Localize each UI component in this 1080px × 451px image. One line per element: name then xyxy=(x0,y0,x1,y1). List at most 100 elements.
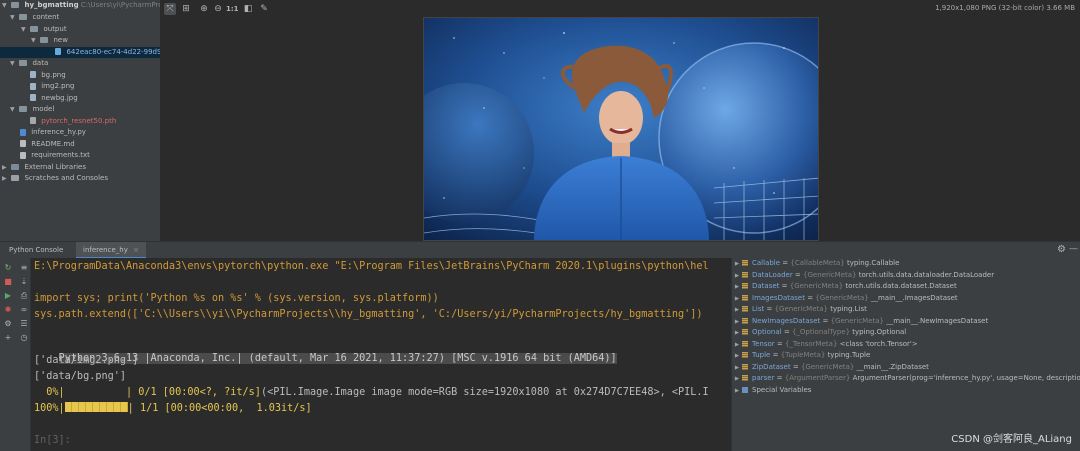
tree-item-label: model xyxy=(32,105,55,113)
tree-item-model[interactable]: ▼ model xyxy=(10,104,54,116)
folder-icon xyxy=(40,37,49,43)
rerun-icon[interactable]: ↻ xyxy=(2,262,14,274)
tree-item-label: External Libraries xyxy=(24,162,86,171)
console-line-progress-end: 100%| | 1/1 [00:00<00:00, 1.03it/s] xyxy=(34,402,312,416)
zoom-out-icon[interactable]: ⊖ xyxy=(212,3,224,15)
variable-row[interactable]: ▶ Dataset = {GenericMeta} torch.utils.dat… xyxy=(732,281,957,293)
console-prompt[interactable]: In[3]: xyxy=(34,434,71,448)
image-file-icon xyxy=(30,82,36,90)
console-line-img2: ['data/img2.png'] xyxy=(34,355,139,366)
variable-row[interactable]: ▶ ImagesDataset = {GenericMeta} __main__.… xyxy=(732,293,958,305)
tab-inference-hy[interactable]: inference_hy × xyxy=(76,242,146,259)
stop-icon[interactable]: ■ xyxy=(2,276,14,288)
composited-image xyxy=(423,17,819,241)
variable-row[interactable]: ▶ parser = {ArgumentParser} ArgumentParse… xyxy=(732,373,1080,385)
variable-icon xyxy=(742,306,748,312)
pil-output-text: (<PIL.Image.Image image mode=RGB size=19… xyxy=(260,387,709,398)
console-line-python-version: Python 3.6.13 |Anaconda, Inc.| (default,… xyxy=(34,338,617,364)
variable-value: <class 'torch.Tensor'> xyxy=(839,339,918,348)
chevron-down-icon[interactable]: ▼ xyxy=(10,12,17,24)
variable-name: Callable xyxy=(752,259,781,267)
variable-row[interactable]: ▶ Tuple = {TupleMeta} typing.Tuple xyxy=(732,350,870,362)
watermark: CSDN @剑客阿良_ALiang xyxy=(951,434,1072,445)
gear-icon[interactable]: ⚙ xyxy=(1057,244,1066,255)
tree-item-label: bg.png xyxy=(41,70,66,79)
tree-item-label: 642eac80-ec74-4d22-99d9-5 xyxy=(66,47,160,56)
add-icon[interactable]: + xyxy=(2,332,14,344)
close-icon[interactable]: × xyxy=(133,246,139,254)
fit-to-window-icon[interactable]: ⤧ xyxy=(164,3,176,15)
tree-item-external-libraries[interactable]: ▶ External Libraries xyxy=(2,162,86,174)
tree-item-data[interactable]: ▼ data xyxy=(10,58,48,70)
tree-item-scratches[interactable]: ▶ Scratches and Consoles xyxy=(2,173,108,185)
scroll-to-end-icon[interactable]: ⇣ xyxy=(18,276,30,288)
clear-icon[interactable]: ☰ xyxy=(18,318,30,330)
tree-item-content[interactable]: ▼ content xyxy=(10,12,59,24)
tree-item-bg[interactable]: bg.png xyxy=(30,70,66,82)
chevron-down-icon[interactable]: ▼ xyxy=(10,104,17,116)
tree-item-label: requirements.txt xyxy=(31,151,90,159)
chevron-right-icon[interactable]: ▶ xyxy=(2,173,9,185)
variable-type: {_OptionalType} xyxy=(791,328,851,336)
image-file-icon xyxy=(30,71,36,78)
tree-item-new[interactable]: ▼ new xyxy=(31,35,68,47)
tree-item-label: new xyxy=(53,36,68,44)
tree-item-img2[interactable]: img2.png xyxy=(30,81,74,93)
run-icon[interactable]: ▶ xyxy=(2,290,14,302)
console-output[interactable]: E:\ProgramData\Anaconda3\envs\pytorch\py… xyxy=(32,258,730,451)
zoom-in-icon[interactable]: ⊕ xyxy=(198,3,210,15)
tree-item-output-file[interactable]: 642eac80-ec74-4d22-99d9-5 xyxy=(0,46,160,59)
variable-row[interactable]: ▶ Optional = {_OptionalType} typing.Optio… xyxy=(732,327,906,339)
tree-item-label: img2.png xyxy=(41,82,75,90)
tree-item-newbg[interactable]: newbg.jpg xyxy=(30,93,78,105)
soft-wrap-icon[interactable]: ≡ xyxy=(18,262,30,274)
chevron-down-icon[interactable]: ▼ xyxy=(10,58,17,70)
grid-icon[interactable]: ⊞ xyxy=(180,3,192,15)
scratches-icon xyxy=(11,175,20,181)
variable-name: ZipDataset xyxy=(752,362,791,371)
variable-row[interactable]: ▶ Callable = {CallableMeta} typing.Callab… xyxy=(732,258,900,270)
variable-name: List xyxy=(752,305,765,313)
background-toggle-icon[interactable]: ◧ xyxy=(242,3,254,15)
chevron-right-icon[interactable]: ▶ xyxy=(2,162,9,174)
variable-row[interactable]: ▶ List = {GenericMeta} typing.List xyxy=(732,304,867,316)
tree-item-readme[interactable]: README.md xyxy=(20,139,75,151)
variable-row[interactable]: ▶ ZipDataset = {GenericMeta} __main__.Zip… xyxy=(732,362,929,374)
tree-item-output[interactable]: ▼ output xyxy=(21,24,67,36)
variable-row[interactable]: ▶ DataLoader = {GenericMeta} torch.utils.… xyxy=(732,270,994,282)
variable-value: torch.utils.data.dataset.Dataset xyxy=(845,282,957,290)
console-line-import: import sys; print('Python %s on %s' % (s… xyxy=(34,293,439,304)
project-root[interactable]: ▼ hy_bgmatting C:\Users\yi\PycharmProje xyxy=(2,0,160,12)
tree-item-label: newbg.jpg xyxy=(41,93,78,102)
variable-name: Tuple xyxy=(752,351,771,359)
variable-type: {TupleMeta} xyxy=(780,351,826,359)
tree-item-label: data xyxy=(32,59,49,67)
variable-row[interactable]: ▶ Tensor = {_TensorMeta} <class 'torch.Te… xyxy=(732,339,918,351)
tab-python-console[interactable]: Python Console xyxy=(2,242,70,259)
actual-size-button[interactable]: 1:1 xyxy=(226,3,239,15)
chevron-right-icon[interactable]: ▶ xyxy=(732,386,742,398)
tree-item-pth[interactable]: pytorch_resnet50.pth xyxy=(30,116,116,128)
minimize-icon[interactable]: — xyxy=(1069,244,1078,254)
debug-icon[interactable]: ✱ xyxy=(2,304,14,316)
variable-row[interactable]: ▶ NewImagesDataset = {GenericMeta} __main… xyxy=(732,316,988,328)
tree-item-label: Scratches and Consoles xyxy=(24,174,108,182)
console-line-bg: ['data/bg.png'] xyxy=(34,371,127,382)
special-variables-row[interactable]: ▶ Special Variables xyxy=(732,385,812,398)
tree-item-inference[interactable]: inference_hy.py xyxy=(20,127,86,139)
tree-item-label: README.md xyxy=(31,139,75,148)
print-icon[interactable]: ⎙ xyxy=(18,290,30,302)
image-viewer: ⤧ ⊞ ⊕ ⊖ 1:1 ◧ ✎ 1,920x1,080 PNG (32-bit … xyxy=(160,0,1080,241)
history-icon[interactable]: ◷ xyxy=(18,332,30,344)
variable-value: __main__.NewImagesDataset xyxy=(886,316,989,325)
color-picker-icon[interactable]: ✎ xyxy=(258,3,270,15)
settings-icon[interactable]: ⚙ xyxy=(2,318,14,330)
variable-icon xyxy=(742,283,748,289)
chevron-down-icon[interactable]: ▼ xyxy=(31,35,38,47)
project-root-path: C:\Users\yi\PycharmProje xyxy=(80,1,160,9)
show-variables-icon[interactable]: ∞ xyxy=(18,304,30,316)
tree-item-label: inference_hy.py xyxy=(31,128,86,136)
chevron-down-icon[interactable]: ▼ xyxy=(2,0,9,12)
chevron-down-icon[interactable]: ▼ xyxy=(21,24,28,36)
tree-item-requirements[interactable]: requirements.txt xyxy=(20,150,90,162)
